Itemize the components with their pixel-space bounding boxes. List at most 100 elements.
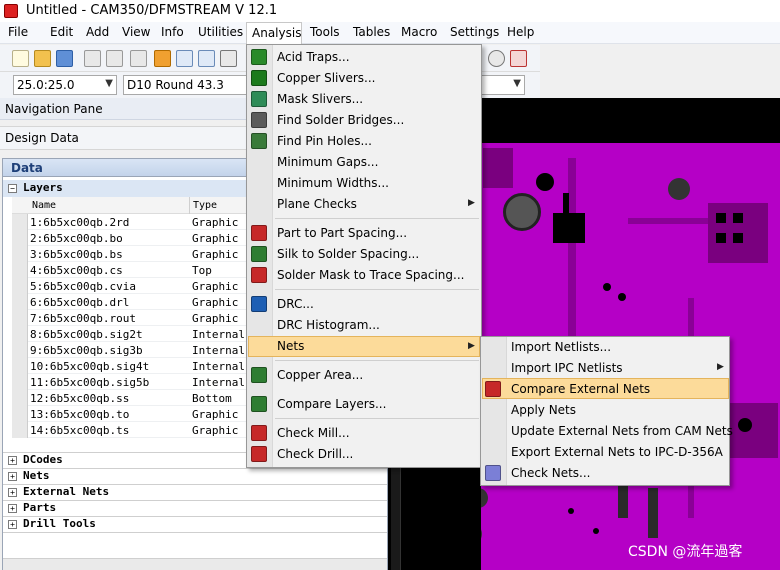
row-selector[interactable]: [12, 326, 28, 342]
redo-icon[interactable]: [106, 50, 123, 67]
layer-combo-value: 25.0:25.0: [17, 78, 75, 92]
tree-label-parts[interactable]: Parts: [23, 501, 56, 514]
expand-icon[interactable]: +: [8, 456, 17, 465]
submenu-item-update-external-nets-from-cam-nets[interactable]: Update External Nets from CAM Nets: [511, 424, 733, 438]
dcode-combo-value: D10 Round 43.3: [127, 78, 224, 92]
menu-item-mask-slivers[interactable]: Mask Slivers...: [277, 92, 363, 106]
row-selector[interactable]: [12, 262, 28, 278]
menu-item-drc[interactable]: DRC...: [277, 297, 314, 311]
layer-type-cell: Graphic: [192, 312, 239, 325]
row-selector[interactable]: [12, 422, 28, 438]
menu-separator: [275, 289, 479, 290]
row-selector[interactable]: [12, 406, 28, 422]
menu-bar: File Edit Add View Info Utilities Analys…: [0, 22, 780, 44]
row-selector[interactable]: [12, 230, 28, 246]
menu-item-nets[interactable]: Nets: [277, 339, 304, 353]
expand-icon[interactable]: +: [8, 472, 17, 481]
menu-view[interactable]: View: [122, 25, 150, 39]
submenu-item-apply-nets[interactable]: Apply Nets: [511, 403, 576, 417]
menu-info[interactable]: Info: [161, 25, 184, 39]
submenu-item-export-external-nets-to-ipc-d-356a[interactable]: Export External Nets to IPC-D-356A: [511, 445, 723, 459]
menu-analysis[interactable]: Analysis: [246, 22, 302, 44]
submenu-item-check-nets[interactable]: Check Nets...: [511, 466, 591, 480]
menu-item-solder-mask-to-trace-spacing[interactable]: Solder Mask to Trace Spacing...: [277, 268, 464, 282]
copper-sliver-icon: [251, 70, 267, 86]
row-selector[interactable]: [12, 358, 28, 374]
row-selector[interactable]: [12, 310, 28, 326]
menu-utilities[interactable]: Utilities: [198, 25, 243, 39]
layer-combo[interactable]: 25.0:25.0 ▼: [13, 75, 117, 95]
layer-name-cell: 4:6b5xc00qb.cs: [30, 264, 123, 277]
menu-item-check-mill[interactable]: Check Mill...: [277, 426, 350, 440]
data-panel-title: Data: [11, 161, 43, 175]
menu-item-silk-to-solder-spacing[interactable]: Silk to Solder Spacing...: [277, 247, 419, 261]
menu-item-acid-traps[interactable]: Acid Traps...: [277, 50, 350, 64]
menu-item-find-pin-holes[interactable]: Find Pin Holes...: [277, 134, 372, 148]
layer-type-cell: Internal: [192, 344, 245, 357]
expand-icon[interactable]: +: [8, 504, 17, 513]
layer-type-cell: Graphic: [192, 424, 239, 437]
menu-tables[interactable]: Tables: [353, 25, 390, 39]
submenu-item-import-ipc-netlists[interactable]: Import IPC Netlists: [511, 361, 623, 375]
tree-label-external-nets[interactable]: External Nets: [23, 485, 109, 498]
undo-icon[interactable]: [84, 50, 101, 67]
row-selector[interactable]: [12, 294, 28, 310]
cut-icon[interactable]: [130, 50, 147, 67]
row-selector[interactable]: [12, 278, 28, 294]
layer-name-cell: 12:6b5xc00qb.ss: [30, 392, 130, 405]
menu-macro[interactable]: Macro: [401, 25, 437, 39]
menu-item-minimum-widths[interactable]: Minimum Widths...: [277, 176, 389, 190]
paste-icon[interactable]: [154, 50, 171, 67]
row-selector[interactable]: [12, 374, 28, 390]
zoom-window-icon[interactable]: [220, 50, 237, 67]
menu-item-copper-area[interactable]: Copper Area...: [277, 368, 363, 382]
submenu-item-compare-external-nets[interactable]: Compare External Nets: [511, 382, 650, 396]
layer-name-cell: 6:6b5xc00qb.drl: [30, 296, 130, 309]
design-data-label: Design Data: [5, 131, 79, 145]
column-header-type[interactable]: Type: [193, 200, 217, 211]
menu-item-plane-checks[interactable]: Plane Checks: [277, 197, 357, 211]
row-selector[interactable]: [12, 390, 28, 406]
layer-type-cell: Internal: [192, 360, 245, 373]
new-file-icon[interactable]: [12, 50, 29, 67]
collapse-icon[interactable]: −: [8, 184, 17, 193]
menu-item-drc-histogram[interactable]: DRC Histogram...: [277, 318, 380, 332]
menu-edit[interactable]: Edit: [50, 25, 73, 39]
horizontal-scrollbar[interactable]: [3, 558, 387, 570]
menu-settings[interactable]: Settings: [450, 25, 499, 39]
menu-item-copper-slivers[interactable]: Copper Slivers...: [277, 71, 375, 85]
window-title: Untitled - CAM350/DFMSTREAM V 12.1: [26, 3, 278, 18]
menu-item-minimum-gaps[interactable]: Minimum Gaps...: [277, 155, 378, 169]
menu-file[interactable]: File: [8, 25, 28, 39]
row-selector[interactable]: [12, 246, 28, 262]
mask-trace-icon: [251, 267, 267, 283]
column-header-name[interactable]: Name: [32, 200, 56, 211]
expand-icon[interactable]: +: [8, 488, 17, 497]
layer-type-cell: Graphic: [192, 216, 239, 229]
tree-label-nets[interactable]: Nets: [23, 469, 50, 482]
layer-name-cell: 5:6b5xc00qb.cvia: [30, 280, 136, 293]
menu-add[interactable]: Add: [86, 25, 109, 39]
layer-name-cell: 10:6b5xc00qb.sig4t: [30, 360, 150, 373]
tree-label-drill-tools[interactable]: Drill Tools: [23, 517, 96, 530]
zoom-in-icon[interactable]: [176, 50, 193, 67]
menu-help[interactable]: Help: [507, 25, 534, 39]
menu-item-check-drill[interactable]: Check Drill...: [277, 447, 353, 461]
tree-label-dcodes[interactable]: DCodes: [23, 453, 63, 466]
refresh-icon[interactable]: [488, 50, 505, 67]
menu-item-find-solder-bridges[interactable]: Find Solder Bridges...: [277, 113, 404, 127]
menu-item-part-to-part-spacing[interactable]: Part to Part Spacing...: [277, 226, 407, 240]
settings-check-icon[interactable]: [510, 50, 527, 67]
row-selector[interactable]: [12, 342, 28, 358]
menu-tools[interactable]: Tools: [310, 25, 340, 39]
zoom-out-icon[interactable]: [198, 50, 215, 67]
menu-item-compare-layers[interactable]: Compare Layers...: [277, 397, 386, 411]
save-icon[interactable]: [56, 50, 73, 67]
check-mill-icon: [251, 425, 267, 441]
navigation-pane-title: Navigation Pane: [5, 102, 103, 116]
open-folder-icon[interactable]: [34, 50, 51, 67]
row-selector[interactable]: [12, 214, 28, 230]
expand-icon[interactable]: +: [8, 520, 17, 529]
submenu-item-import-netlists[interactable]: Import Netlists...: [511, 340, 611, 354]
menu-separator: [275, 218, 479, 219]
